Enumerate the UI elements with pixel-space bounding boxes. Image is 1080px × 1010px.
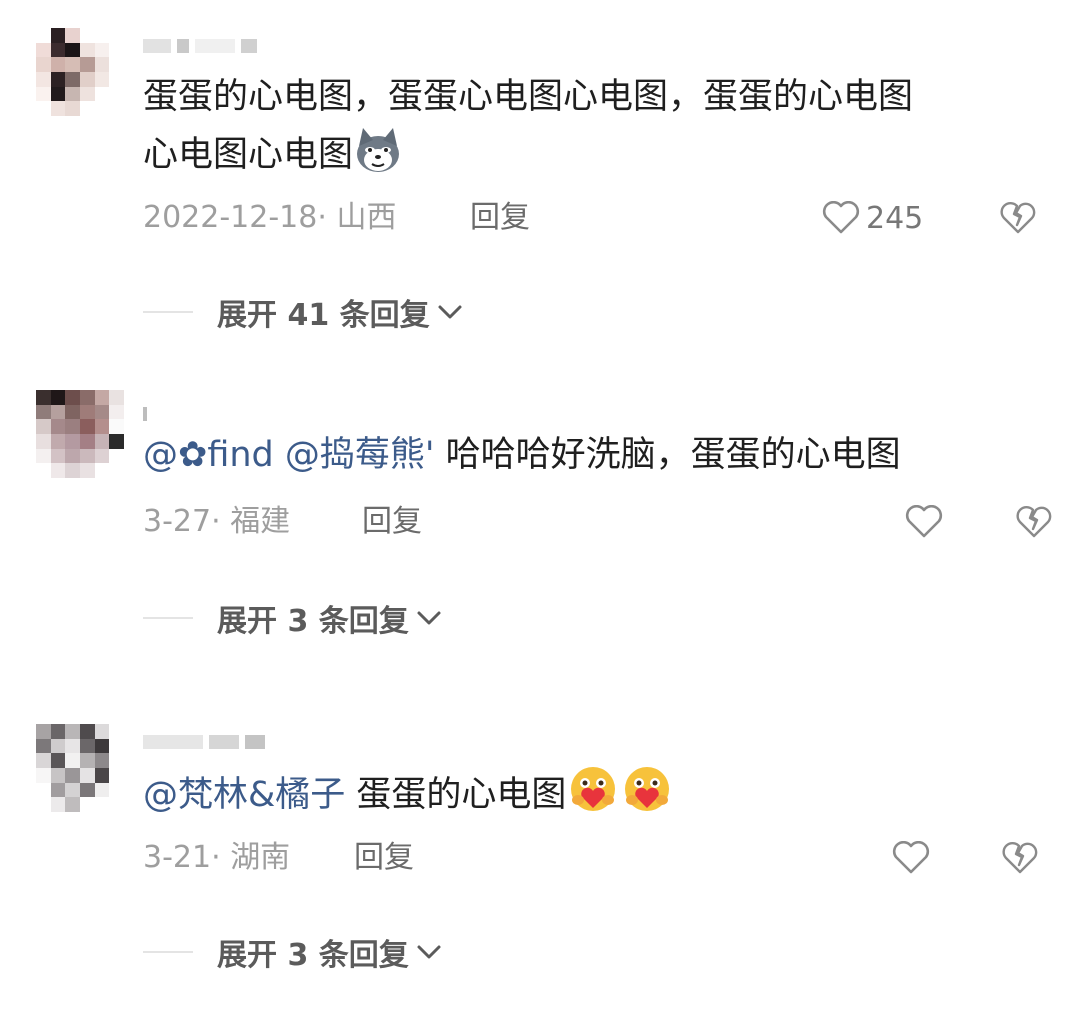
like-button[interactable]	[905, 502, 943, 542]
expand-replies[interactable]: 展开 3 条回复	[143, 932, 443, 973]
avatar[interactable]	[36, 390, 124, 478]
comment-meta: 3-27· 福建	[143, 504, 291, 539]
location: 山西	[336, 200, 397, 235]
broken-heart-icon	[1016, 505, 1052, 538]
username-blurred[interactable]	[143, 406, 147, 422]
dislike-button[interactable]	[1000, 198, 1036, 238]
avatar[interactable]	[36, 724, 124, 812]
reply-button[interactable]: 回复	[354, 838, 414, 878]
like-button[interactable]: 245	[822, 198, 923, 238]
comment-text: @✿find @捣莓熊' 哈哈哈好洗脑，蛋蛋的心电图	[143, 435, 901, 475]
date: 2022-12-18	[143, 200, 318, 235]
expand-replies[interactable]: 展开 41 条回复	[143, 292, 464, 333]
location: 福建	[230, 504, 291, 539]
comment-meta: 3-21· 湖南	[143, 840, 291, 875]
comment-text: @梵林&橘子 蛋蛋的心电图	[143, 764, 1043, 832]
broken-heart-icon	[1002, 841, 1038, 874]
divider	[143, 951, 193, 953]
expand-replies[interactable]: 展开 3 条回复	[143, 598, 443, 639]
dislike-button[interactable]	[1016, 502, 1052, 542]
date: 3-27	[143, 504, 212, 539]
reply-button[interactable]: 回复	[362, 502, 422, 542]
heart-icon	[892, 841, 930, 874]
divider	[143, 311, 193, 313]
location: 湖南	[230, 840, 291, 875]
dog-emoji-icon	[353, 128, 403, 192]
comment-text: 蛋蛋的心电图，蛋蛋心电图心电图，蛋蛋的心电图 心电图心电图	[143, 68, 1043, 192]
chevron-down-icon	[436, 302, 464, 322]
date: 3-21	[143, 840, 212, 875]
mention-link[interactable]: @梵林&橘子	[143, 775, 345, 815]
like-count: 245	[866, 200, 924, 236]
avatar[interactable]	[36, 28, 124, 116]
broken-heart-icon	[1000, 201, 1036, 234]
reply-button[interactable]: 回复	[470, 198, 530, 238]
heart-icon	[905, 505, 943, 538]
mention-link[interactable]: @✿find @捣莓熊'	[143, 435, 435, 475]
username-blurred[interactable]	[143, 38, 257, 54]
chevron-down-icon	[415, 608, 443, 628]
divider	[143, 617, 193, 619]
heart-icon	[822, 201, 860, 234]
chevron-down-icon	[415, 942, 443, 962]
dislike-button[interactable]	[1002, 838, 1038, 878]
username-blurred[interactable]	[143, 734, 265, 750]
hug-emoji-icon	[566, 764, 620, 832]
hug-emoji-icon	[620, 764, 674, 832]
like-button[interactable]	[892, 838, 930, 878]
comment-meta: 2022-12-18· 山西	[143, 200, 397, 235]
